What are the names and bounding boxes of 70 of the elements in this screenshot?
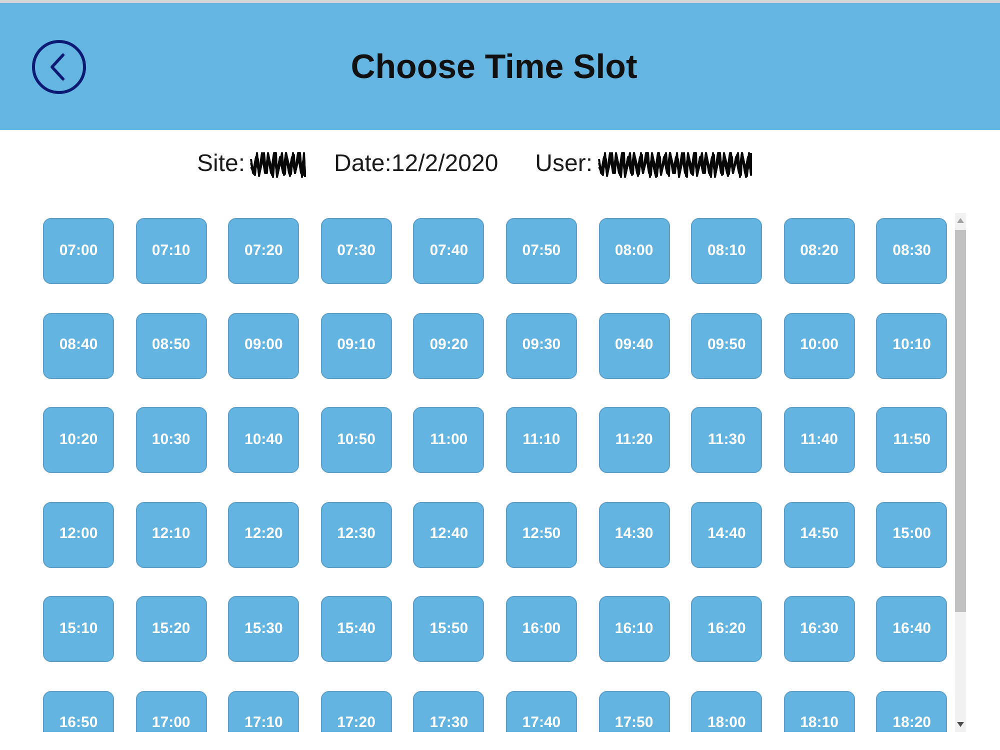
time-slot-button[interactable]: 17:50: [598, 690, 670, 732]
time-slot-button[interactable]: 10:10: [876, 312, 948, 378]
time-slot-button[interactable]: 11:30: [691, 407, 762, 473]
info-label: Site:: [197, 150, 246, 178]
time-slot-button[interactable]: 07:20: [228, 218, 300, 284]
time-slot-button[interactable]: 09:30: [506, 312, 577, 378]
back-button[interactable]: [31, 38, 87, 94]
time-slot-button[interactable]: 12:50: [506, 502, 577, 568]
time-slot-button[interactable]: 07:10: [136, 218, 207, 284]
time-slot-button[interactable]: 17:00: [136, 690, 207, 732]
time-slot-button[interactable]: 16:50: [43, 690, 114, 732]
time-slot-button[interactable]: 11:20: [598, 407, 670, 473]
time-slot-button[interactable]: 15:10: [43, 596, 114, 662]
time-slot-button[interactable]: 10:30: [136, 407, 207, 473]
time-slot-button[interactable]: 17:10: [228, 690, 300, 732]
time-slot-button[interactable]: 08:20: [784, 218, 855, 284]
time-slot-button[interactable]: 12:30: [320, 502, 392, 568]
time-slot-button[interactable]: 17:30: [413, 690, 484, 732]
scrollbar-track[interactable]: [955, 213, 966, 732]
time-slot-button[interactable]: 09:40: [598, 312, 670, 378]
scrollbar-thumb[interactable]: [955, 230, 966, 612]
time-slot-button[interactable]: 12:40: [413, 502, 484, 568]
time-slot-button[interactable]: 10:20: [43, 407, 114, 473]
time-slot-button[interactable]: 12:20: [228, 502, 300, 568]
time-slot-button[interactable]: 14:40: [691, 502, 762, 568]
time-slot-button[interactable]: 17:20: [320, 690, 392, 732]
time-slot-button[interactable]: 08:00: [598, 218, 670, 284]
back-icon: [31, 38, 87, 94]
time-slot-button[interactable]: 15:30: [228, 596, 300, 662]
time-slot-button[interactable]: 15:50: [413, 596, 484, 662]
time-slot-button[interactable]: 08:40: [43, 312, 114, 378]
time-slot-button[interactable]: 15:00: [876, 502, 948, 568]
time-slot-button[interactable]: 07:30: [320, 218, 392, 284]
info-label: Date:12/2/2020: [334, 150, 498, 178]
time-slot-button[interactable]: 18:00: [691, 690, 762, 732]
time-slot-button[interactable]: 10:50: [320, 407, 392, 473]
time-slot-button[interactable]: 12:00: [43, 502, 114, 568]
time-slot-button[interactable]: 18:20: [876, 690, 948, 732]
time-slot-button[interactable]: 07:50: [506, 218, 577, 284]
time-slot-button[interactable]: 11:40: [784, 407, 855, 473]
time-slot-button[interactable]: 08:30: [876, 218, 948, 284]
time-slot-button[interactable]: 16:10: [598, 596, 670, 662]
time-slot-button[interactable]: 07:00: [43, 218, 114, 284]
time-slot-button[interactable]: 16:20: [691, 596, 762, 662]
time-slot-button[interactable]: 18:10: [784, 690, 855, 732]
time-slot-button[interactable]: 16:00: [506, 596, 577, 662]
time-slot-button[interactable]: 17:40: [506, 690, 577, 732]
time-slot-button[interactable]: 08:10: [691, 218, 762, 284]
time-slot-button[interactable]: 15:20: [136, 596, 207, 662]
page-title: Choose Time Slot: [350, 50, 638, 84]
info-label: User:: [535, 150, 593, 178]
time-slot-button[interactable]: 07:40: [413, 218, 484, 284]
time-slot-button[interactable]: 11:10: [506, 407, 577, 473]
scroll-down-icon[interactable]: [957, 722, 964, 727]
time-slot-button[interactable]: 14:50: [784, 502, 855, 568]
time-slot-button[interactable]: 10:00: [784, 312, 855, 378]
time-slot-button[interactable]: 09:50: [691, 312, 762, 378]
time-slot-button[interactable]: 12:10: [136, 502, 207, 568]
time-slot-button[interactable]: 09:10: [320, 312, 392, 378]
time-slot-button[interactable]: 16:30: [784, 596, 855, 662]
time-slot-button[interactable]: 15:40: [320, 596, 392, 662]
time-slot-button[interactable]: 11:50: [876, 407, 948, 473]
time-slot-button[interactable]: 11:00: [413, 407, 484, 473]
time-slot-button[interactable]: 09:00: [228, 312, 300, 378]
time-slot-button[interactable]: 14:30: [598, 502, 670, 568]
time-slot-button[interactable]: 08:50: [136, 312, 207, 378]
time-slot-button[interactable]: 09:20: [413, 312, 484, 378]
time-slot-button[interactable]: 10:40: [228, 407, 300, 473]
scroll-up-icon[interactable]: [957, 218, 964, 223]
time-slot-button[interactable]: 16:40: [876, 596, 948, 662]
